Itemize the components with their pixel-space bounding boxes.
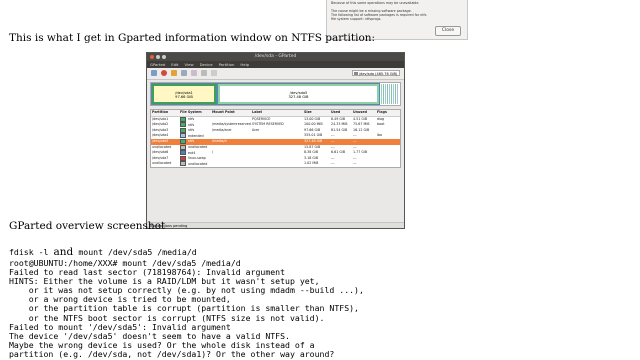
cell-file-system-label: ntfs	[188, 122, 195, 127]
terminal-output: root@UBUNTU:/home/XXX# mount /dev/sda5 /…	[9, 258, 364, 359]
column-header[interactable]: Partition	[151, 110, 179, 116]
device-selector: /dev/sda (465.76 GiB)	[352, 70, 400, 76]
fs-color-swatch	[180, 122, 186, 128]
cell-used: ---	[331, 161, 335, 166]
toolbar: /dev/sda (465.76 GiB)	[147, 68, 404, 80]
menu-item-view[interactable]: View	[185, 61, 194, 68]
window-titlebar: /dev/sda - GParted	[147, 53, 404, 61]
fs-color-swatch	[180, 138, 186, 144]
fs-color-swatch	[180, 150, 186, 156]
apply-icon	[211, 70, 217, 76]
window-title: /dev/sda - GParted	[254, 54, 297, 59]
cell-file-system-label: ntfs	[188, 128, 195, 133]
cell-partition: unallocated	[152, 161, 172, 166]
cell-file-system-label: linux-swap	[188, 156, 206, 161]
disk-icon	[354, 72, 358, 75]
cell-file-system-label: extended	[188, 133, 204, 138]
paste-icon	[191, 70, 197, 76]
delete-icon	[161, 70, 167, 76]
column-header[interactable]: Label	[251, 110, 303, 116]
fs-color-swatch	[180, 116, 186, 122]
resize-move-icon	[171, 70, 177, 76]
menu-item-partition[interactable]: Partition	[219, 61, 235, 68]
disk-segment-other	[381, 84, 399, 104]
disk-segment-sda5: /dev/sda5 327.48 GiB	[217, 83, 380, 105]
disk-map: /dev/sda1 97.66 GiB /dev/sda5 327.48 GiB	[150, 82, 401, 106]
column-header[interactable]: Unused	[352, 110, 376, 116]
cell-file-system-label: ntfs	[188, 139, 195, 144]
column-header[interactable]: File System	[179, 110, 211, 116]
overview-caption: GParted overview screenshot	[9, 220, 166, 232]
table-header: Partition File System Mount Point Label Size…	[151, 110, 400, 117]
window-maximize-icon	[162, 55, 166, 59]
dialog-text-line: file system support: ntfsprogs.	[331, 17, 382, 22]
cell-label	[251, 161, 303, 167]
close-button[interactable]: Close	[435, 26, 461, 36]
cell-file-system-label: ntfs	[188, 117, 195, 122]
command-mount: mount /dev/sda5 /media/d	[78, 247, 197, 257]
fs-color-swatch	[180, 133, 186, 139]
column-header[interactable]: Size	[303, 110, 330, 116]
menu-item-help[interactable]: Help	[240, 61, 249, 68]
menu-item-device[interactable]: Device	[200, 61, 213, 68]
command-line: fdisk -l and mount /dev/sda5 /media/d	[9, 240, 197, 259]
copy-icon	[181, 70, 187, 76]
cell-size: 1.02 MiB	[304, 161, 319, 166]
column-header[interactable]: Used	[330, 110, 352, 116]
fs-color-swatch	[180, 155, 186, 161]
undo-icon	[201, 70, 207, 76]
window-close-icon	[150, 55, 154, 59]
menu-item-gparted[interactable]: GParted	[150, 61, 165, 68]
cell-flags	[376, 161, 400, 167]
fs-color-swatch	[180, 161, 186, 167]
cell-file-system: unallocated	[179, 161, 211, 167]
cell-file-system-label: ext4	[188, 150, 196, 155]
status-bar: 0 operations pending	[147, 222, 404, 228]
cell-file-system-label: unallocated	[188, 161, 208, 166]
command-connector: and	[53, 246, 74, 258]
fs-color-swatch	[180, 144, 186, 150]
command-fdisk: fdisk -l	[9, 247, 49, 257]
menu-bar: GParted Edit View Device Partition Help	[147, 61, 404, 68]
fs-color-swatch	[180, 127, 186, 133]
new-icon	[151, 70, 157, 76]
column-header[interactable]: Mount Point	[211, 110, 251, 116]
partition-table: Partition File System Mount Point Label Size…	[150, 109, 401, 168]
cell-mount	[211, 161, 251, 167]
intro-text: This is what I get in Gparted informatio…	[9, 32, 376, 44]
cell-unused: ---	[353, 161, 357, 166]
gparted-window-screenshot: /dev/sda - GParted GParted Edit View Device…	[146, 52, 405, 229]
column-header[interactable]: Flags	[376, 110, 400, 116]
cell-file-system-label: unallocated	[188, 145, 208, 150]
menu-item-edit[interactable]: Edit	[171, 61, 178, 68]
disk-segment-sda1: /dev/sda1 97.66 GiB	[151, 83, 217, 105]
table-row[interactable]: unallocated unallocated 1.02 MiB --- ---	[151, 161, 400, 167]
window-minimize-icon	[156, 55, 160, 59]
